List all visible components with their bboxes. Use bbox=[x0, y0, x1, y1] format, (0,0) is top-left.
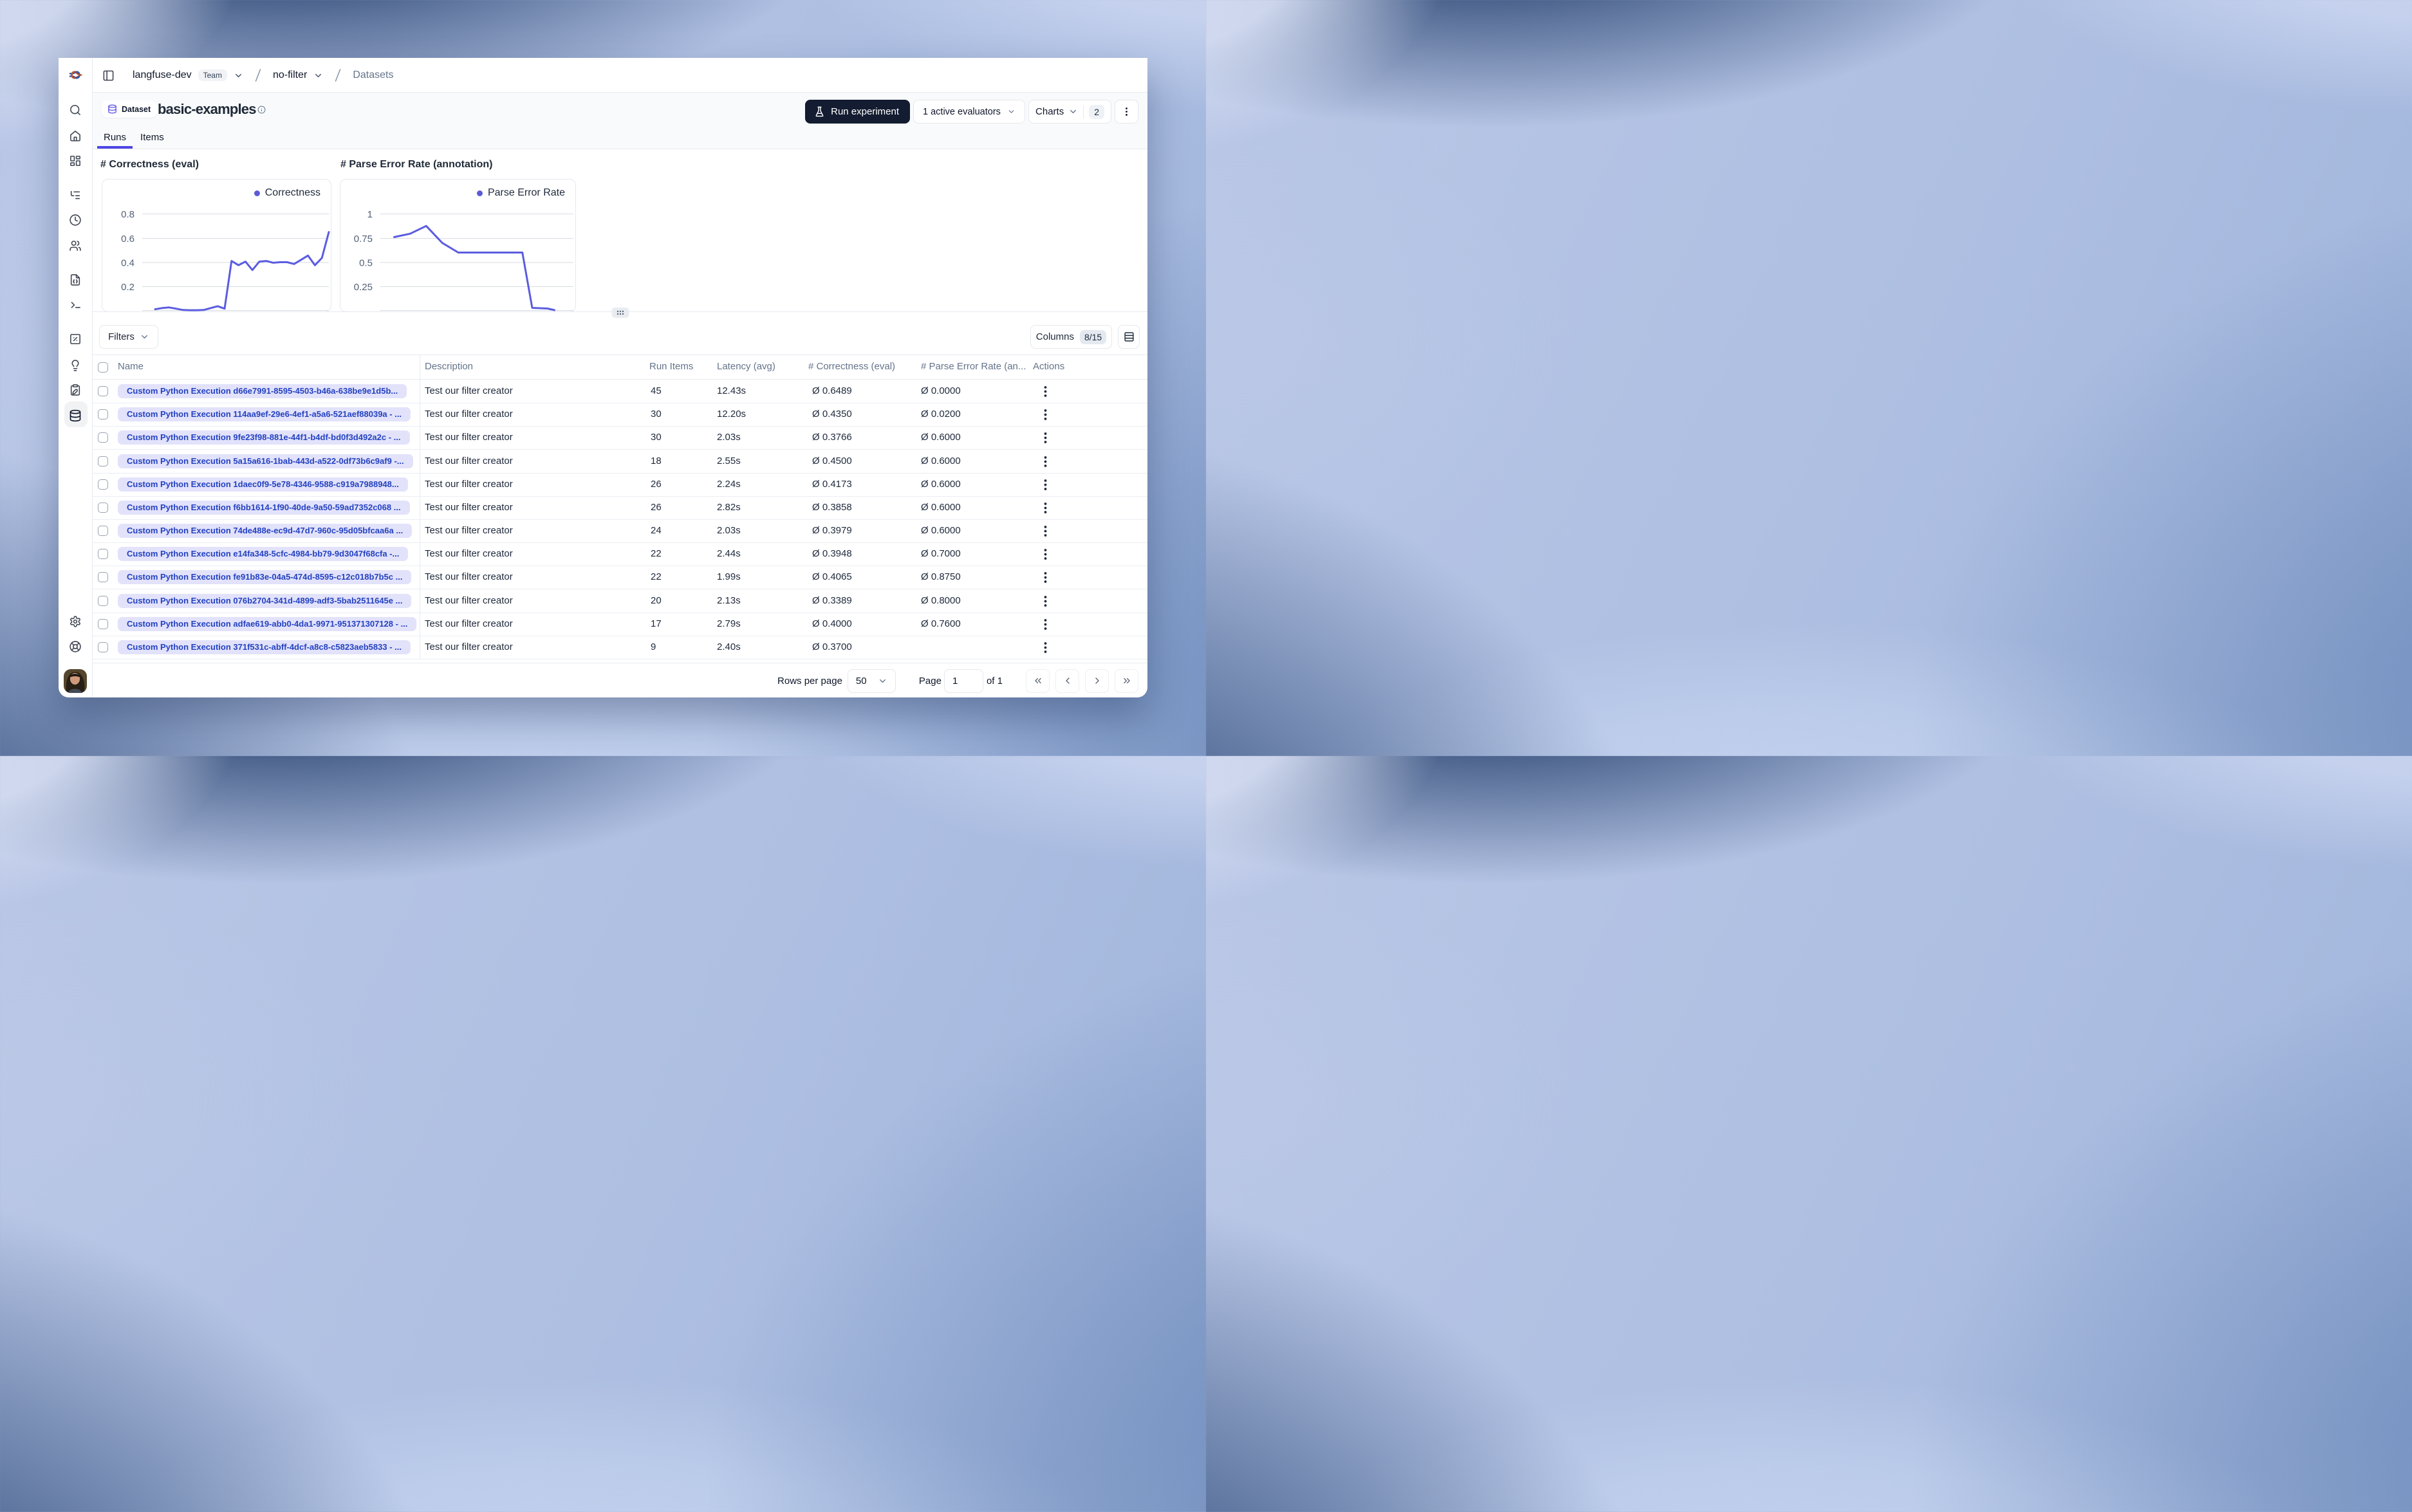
svg-text:0.8: 0.8 bbox=[121, 209, 135, 220]
svg-text:0.75: 0.75 bbox=[354, 234, 373, 244]
svg-text:0.4: 0.4 bbox=[121, 258, 135, 269]
svg-text:0.2: 0.2 bbox=[121, 282, 135, 293]
svg-text:0.6: 0.6 bbox=[121, 234, 135, 244]
svg-text:0.5: 0.5 bbox=[359, 258, 373, 269]
svg-text:0.25: 0.25 bbox=[354, 282, 373, 293]
svg-text:1: 1 bbox=[367, 209, 373, 220]
